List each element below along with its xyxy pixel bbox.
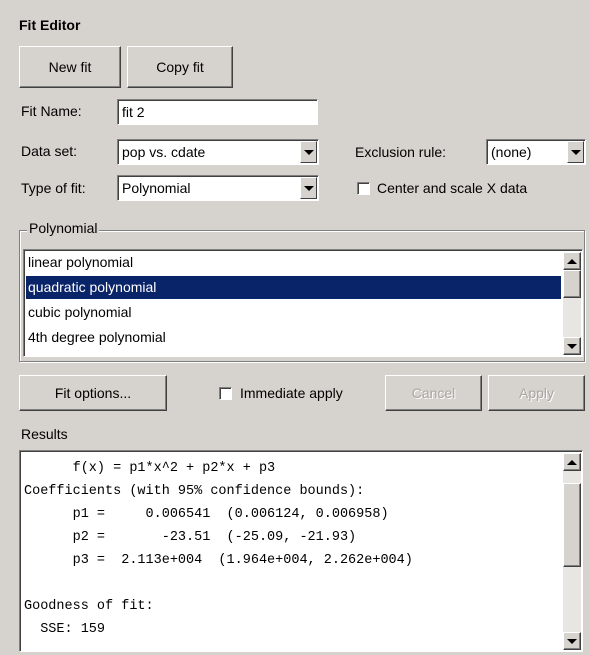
center-scale-checkbox[interactable] xyxy=(357,182,370,195)
type-of-fit-label: Type of fit: xyxy=(21,180,86,196)
data-set-label: Data set: xyxy=(21,143,78,159)
scrollbar-thumb[interactable] xyxy=(563,270,581,298)
list-item[interactable]: 4th degree polynomial xyxy=(26,326,561,349)
exclusion-rule-chevron-down-icon[interactable] xyxy=(567,141,584,163)
list-item-selected[interactable]: quadratic polynomial xyxy=(26,276,561,299)
type-of-fit-value: Polynomial xyxy=(122,180,191,196)
exclusion-rule-value: (none) xyxy=(491,144,532,160)
results-textbox[interactable]: f(x) = p1*x^2 + p2*x + p3 Coefficients (… xyxy=(19,450,583,652)
apply-button[interactable]: Apply xyxy=(488,375,585,411)
fit-editor-title: Fit Editor xyxy=(19,17,81,33)
list-item[interactable]: linear polynomial xyxy=(26,251,561,274)
scroll-up-button[interactable] xyxy=(563,252,581,270)
scroll-down-icon xyxy=(567,638,577,644)
cancel-button[interactable]: Cancel xyxy=(385,375,482,411)
data-set-chevron-down-icon[interactable] xyxy=(300,141,317,163)
fit-name-value: fit 2 xyxy=(122,104,145,120)
scroll-down-button[interactable] xyxy=(563,632,581,650)
type-of-fit-chevron-down-icon[interactable] xyxy=(300,177,317,199)
scroll-up-icon xyxy=(567,258,577,264)
results-text: f(x) = p1*x^2 + p2*x + p3 Coefficients (… xyxy=(24,461,413,637)
scroll-up-button[interactable] xyxy=(563,453,581,471)
results-scrollbar[interactable] xyxy=(563,453,581,650)
scroll-up-icon xyxy=(567,459,577,465)
data-set-dropdown[interactable]: pop vs. cdate xyxy=(117,139,319,165)
immediate-apply-checkbox[interactable] xyxy=(219,387,232,400)
fit-name-label: Fit Name: xyxy=(21,103,82,119)
exclusion-rule-label: Exclusion rule: xyxy=(355,144,447,160)
polynomial-group-title: Polynomial xyxy=(27,220,100,236)
polynomial-listbox[interactable]: linear polynomial quadratic polynomial c… xyxy=(23,249,583,357)
immediate-apply-label[interactable]: Immediate apply xyxy=(240,385,343,401)
data-set-value: pop vs. cdate xyxy=(122,144,206,160)
type-of-fit-dropdown[interactable]: Polynomial xyxy=(117,175,319,201)
fit-name-field[interactable]: fit 2 xyxy=(117,99,318,125)
new-fit-button[interactable]: New fit xyxy=(19,46,121,88)
fit-options-button[interactable]: Fit options... xyxy=(19,375,167,411)
scrollbar-thumb[interactable] xyxy=(563,483,581,567)
scroll-down-icon xyxy=(567,343,577,349)
center-scale-label[interactable]: Center and scale X data xyxy=(377,180,527,196)
exclusion-rule-dropdown[interactable]: (none) xyxy=(486,139,586,165)
results-label: Results xyxy=(21,426,68,442)
polynomial-scrollbar[interactable] xyxy=(563,252,581,355)
copy-fit-button[interactable]: Copy fit xyxy=(127,46,233,88)
list-item[interactable]: cubic polynomial xyxy=(26,301,561,324)
scroll-down-button[interactable] xyxy=(563,337,581,355)
